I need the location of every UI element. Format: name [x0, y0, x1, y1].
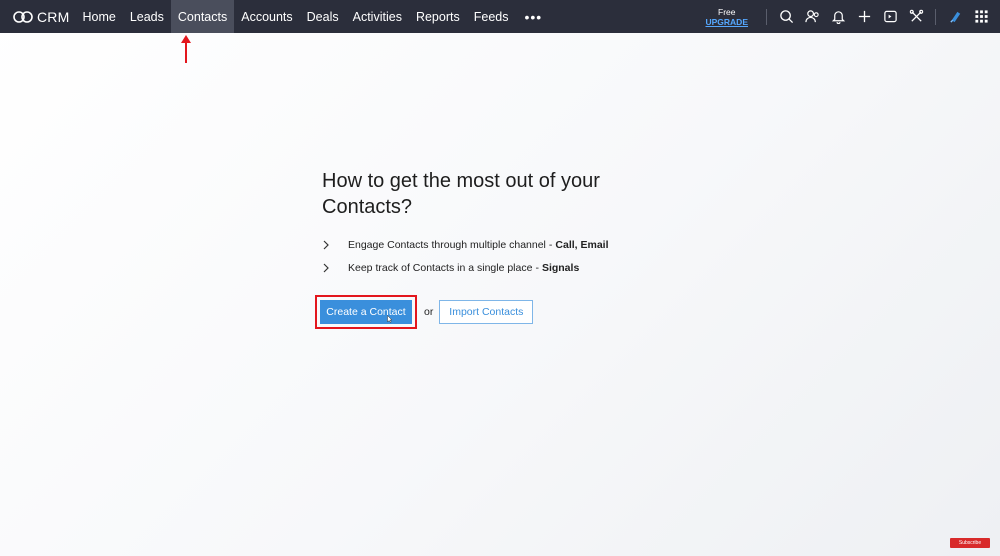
or-label: or [424, 306, 434, 318]
plan-info: Free UPGRADE [705, 7, 748, 27]
tips-list: Engage Contacts through multiple channel… [322, 233, 662, 279]
page-title: How to get the most out of your Contacts… [322, 170, 600, 218]
brand[interactable]: CRM [0, 0, 75, 33]
empty-state-panel: How to get the most out of your Contacts… [322, 168, 662, 279]
list-item: Keep track of Contacts in a single place… [322, 256, 662, 279]
nav-item-reports[interactable]: Reports [409, 0, 467, 33]
search-button[interactable] [773, 0, 799, 33]
create-new-button[interactable] [851, 0, 877, 33]
apps-grid-icon [974, 10, 988, 23]
nav-item-accounts[interactable]: Accounts [234, 0, 299, 33]
import-contacts-button[interactable]: Import Contacts [439, 300, 534, 324]
tip-highlight: Call, Email [555, 238, 609, 251]
arrow-up-icon [181, 35, 191, 63]
mouse-cursor-icon [387, 315, 393, 323]
subscribe-badge[interactable]: Subscribe [950, 538, 990, 548]
nav-item-contacts[interactable]: Contacts [170, 0, 235, 33]
search-icon [779, 10, 793, 24]
calendar-button[interactable] [877, 0, 903, 33]
tip-text: Keep track of Contacts in a single place [348, 261, 533, 274]
create-contact-button[interactable]: Create a Contact [320, 300, 412, 324]
nav-item-deals[interactable]: Deals [300, 0, 346, 33]
tip-separator: - [548, 238, 553, 251]
zoho-logo-icon [13, 10, 33, 23]
calendar-icon [883, 10, 897, 23]
action-row: Create a Contact or Import Contacts [315, 295, 534, 329]
chevron-right-icon [323, 263, 329, 272]
topbar-right: Free UPGRADE [705, 0, 1000, 33]
nav-item-leads[interactable]: Leads [123, 0, 171, 33]
list-item: Engage Contacts through multiple channel… [322, 233, 662, 256]
brand-name: CRM [37, 8, 70, 25]
feather-icon [949, 11, 960, 23]
contacts-button[interactable] [799, 0, 825, 33]
nav-item-activities[interactable]: Activities [346, 0, 409, 33]
highlight-box: Create a Contact [315, 295, 417, 329]
divider [935, 8, 936, 25]
divider [766, 8, 767, 25]
chevron-right-icon [323, 240, 329, 249]
top-navbar: CRM Home Leads Contacts Accounts Deals A… [0, 0, 1000, 33]
nav-item-feeds[interactable]: Feeds [467, 0, 516, 33]
nav-item-home[interactable]: Home [75, 0, 122, 33]
tools-icon [909, 9, 923, 22]
tip-separator: - [535, 261, 539, 274]
tip-highlight: Signals [541, 261, 580, 274]
feather-button[interactable] [942, 0, 968, 33]
setup-button[interactable] [903, 0, 929, 33]
bell-icon [831, 11, 845, 24]
main-nav: Home Leads Contacts Accounts Deals Activ… [75, 0, 551, 33]
upgrade-link[interactable]: UPGRADE [705, 17, 748, 27]
plan-label: Free [718, 6, 736, 17]
notifications-button[interactable] [825, 0, 851, 33]
apps-button[interactable] [968, 0, 994, 33]
plus-icon [858, 10, 870, 23]
contacts-icon [804, 10, 819, 23]
nav-more-button[interactable]: ••• [515, 0, 551, 33]
tip-text: Engage Contacts through multiple channel [348, 238, 546, 251]
